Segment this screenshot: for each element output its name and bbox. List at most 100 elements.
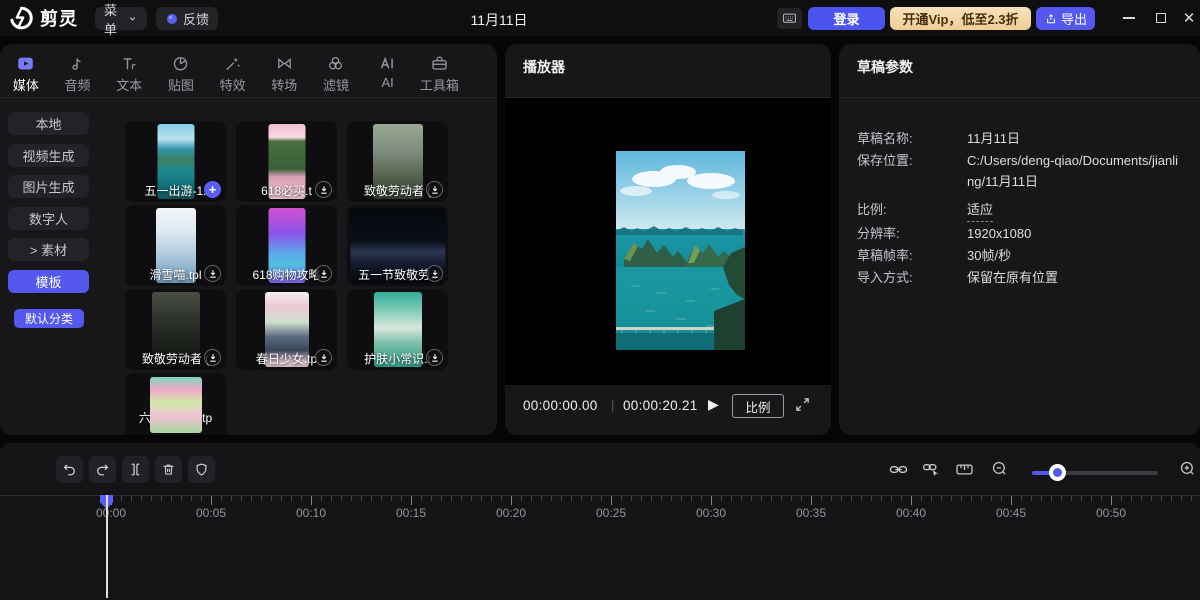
feedback-button[interactable]: 反馈 xyxy=(156,7,218,30)
keyboard-icon xyxy=(781,11,798,26)
tab-audio[interactable]: 音频 xyxy=(52,54,104,94)
ruler-tick xyxy=(1001,496,1002,501)
ruler-tick xyxy=(711,496,712,505)
media-library-panel: 媒体音频文本贴图特效转场滤镜AI工具箱 本地视频生成图片生成数字人 > 素材模板默… xyxy=(0,44,497,435)
download-badge[interactable] xyxy=(315,265,332,282)
sidebar-item-video-gen[interactable]: 视频生成 xyxy=(8,144,89,167)
download-badge[interactable] xyxy=(426,265,443,282)
media-item[interactable]: 六一儿童节.tp xyxy=(125,373,226,435)
ruler-tick xyxy=(421,496,422,501)
media-item[interactable]: 618必买.t xyxy=(236,121,337,202)
ruler-tick xyxy=(841,496,842,501)
redo-button[interactable] xyxy=(89,456,116,483)
media-item[interactable]: 五一节致敬劳.. xyxy=(347,205,448,286)
ruler-tick xyxy=(701,496,702,501)
media-item[interactable]: 618购物攻略 xyxy=(236,205,337,286)
draft-field-value: 11月11日 xyxy=(967,128,1183,149)
draft-field-label: 比例: xyxy=(857,199,967,222)
cover-button[interactable] xyxy=(188,456,215,483)
export-button[interactable]: 导出 xyxy=(1036,7,1095,30)
download-badge[interactable] xyxy=(315,181,332,198)
draft-field: 比例:适应 xyxy=(857,199,1183,222)
sidebar-item-digital-human[interactable]: 数字人 xyxy=(8,207,89,230)
delete-button[interactable] xyxy=(155,456,182,483)
add-badge[interactable]: + xyxy=(204,181,221,198)
ruler-tick xyxy=(951,496,952,501)
ruler-tick xyxy=(601,496,602,501)
menu-button[interactable]: 菜单 xyxy=(95,7,147,30)
media-item[interactable]: 五一出游-1.+ xyxy=(125,121,226,202)
ratio-button[interactable]: 比例 xyxy=(732,394,784,418)
tab-media[interactable]: 媒体 xyxy=(0,54,52,94)
maximize-button[interactable] xyxy=(1148,0,1174,36)
media-item[interactable]: 致敬劳动者 ( xyxy=(347,121,448,202)
play-button[interactable]: ▶ xyxy=(708,396,719,413)
category-pill[interactable]: 默认分类 xyxy=(14,309,84,328)
ruler-tick xyxy=(441,496,442,501)
login-button[interactable]: 登录 xyxy=(808,7,885,30)
tab-label: 转场 xyxy=(271,75,297,94)
download-badge[interactable] xyxy=(315,349,332,366)
sidebar-item-material[interactable]: > 素材 xyxy=(8,238,89,261)
media-item[interactable]: 致敬劳动者 ( xyxy=(125,289,226,370)
ruler-label: 00:20 xyxy=(496,506,526,520)
adsorb-button[interactable] xyxy=(888,459,909,480)
ruler-tick xyxy=(231,496,232,501)
download-badge[interactable] xyxy=(204,265,221,282)
sidebar-item-image-gen[interactable]: 图片生成 xyxy=(8,175,89,198)
tab-toolbox[interactable]: 工具箱 xyxy=(414,54,466,94)
draft-field-label: 草稿帧率: xyxy=(857,245,967,266)
transition-icon xyxy=(275,54,294,73)
tab-filter[interactable]: 滤镜 xyxy=(310,54,362,94)
media-icon xyxy=(16,54,35,73)
slider-thumb[interactable] xyxy=(1049,464,1066,481)
close-button[interactable]: ✕ xyxy=(1176,0,1200,36)
vip-button[interactable]: 开通Vip，低至2.3折 xyxy=(890,7,1031,30)
ruler-label: 00:35 xyxy=(796,506,826,520)
shortcut-keyboard-button[interactable] xyxy=(777,8,802,29)
fullscreen-icon[interactable] xyxy=(794,396,811,413)
split-button[interactable] xyxy=(122,456,149,483)
tab-ai[interactable]: AI xyxy=(362,54,414,90)
tab-transition[interactable]: 转场 xyxy=(258,54,310,94)
ruler-label: 00:40 xyxy=(896,506,926,520)
download-badge[interactable] xyxy=(426,349,443,366)
maximize-icon xyxy=(1156,13,1166,23)
ruler-tick xyxy=(1081,496,1082,501)
minimize-button[interactable] xyxy=(1116,0,1142,36)
preview-axis-button[interactable] xyxy=(954,459,975,480)
media-item[interactable]: 滑雪喵.tpl xyxy=(125,205,226,286)
tab-sticker[interactable]: 贴图 xyxy=(155,54,207,94)
download-badge[interactable] xyxy=(426,181,443,198)
ruler-tick xyxy=(251,496,252,501)
ruler-label: 00:15 xyxy=(396,506,426,520)
ruler-tick xyxy=(811,496,812,505)
timeline-panel: 00:0000:0500:1000:1500:2000:2500:3000:35… xyxy=(0,443,1200,600)
media-item[interactable]: 春日少女.tp xyxy=(236,289,337,370)
sidebar-item-template[interactable]: 模板 xyxy=(8,270,89,293)
tab-effects[interactable]: 特效 xyxy=(207,54,259,94)
zoom-out-button[interactable] xyxy=(990,459,1009,478)
ruler-tick xyxy=(981,496,982,501)
ruler-tick xyxy=(1161,496,1162,501)
draft-params-title: 草稿参数 xyxy=(857,57,913,77)
ruler-tick xyxy=(351,496,352,501)
ruler-tick xyxy=(501,496,502,501)
ruler-tick xyxy=(1141,496,1142,501)
ruler-tick xyxy=(891,496,892,501)
media-item[interactable]: 护肤小常识.t xyxy=(347,289,448,370)
export-label: 导出 xyxy=(1061,9,1087,28)
ruler-tick xyxy=(831,496,832,501)
sidebar-item-local[interactable]: 本地 xyxy=(8,112,89,135)
media-sidebar: 本地视频生成图片生成数字人 > 素材模板默认分类 xyxy=(8,112,90,328)
draft-field-value[interactable]: 适应 xyxy=(967,199,993,222)
tab-text[interactable]: 文本 xyxy=(103,54,155,94)
undo-button[interactable] xyxy=(56,456,83,483)
ruler-tick xyxy=(691,496,692,501)
linkage-button[interactable] xyxy=(921,459,942,480)
download-badge[interactable] xyxy=(204,349,221,366)
draft-field-value: 1920x1080 xyxy=(967,223,1183,244)
ruler-tick xyxy=(751,496,752,501)
zoom-in-button[interactable] xyxy=(1178,459,1197,478)
document-title: 11月11日 xyxy=(449,10,549,30)
